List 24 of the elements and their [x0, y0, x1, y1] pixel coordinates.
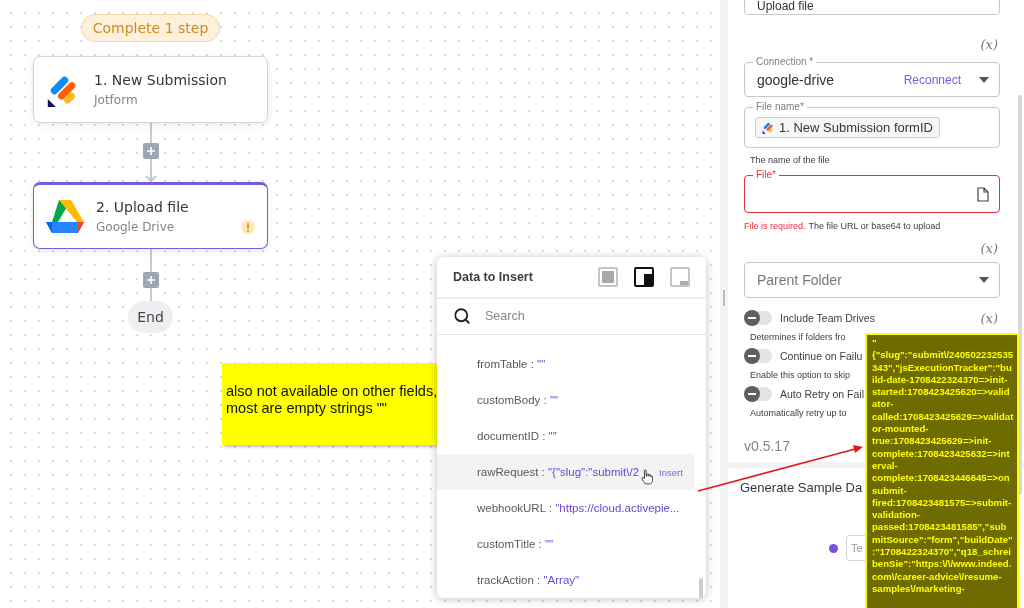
version-text: v0.5.17: [744, 438, 790, 454]
toggle-label: Auto Retry on Fail: [780, 388, 865, 400]
field-label: File*: [753, 169, 779, 181]
toggle-description: Enable this option to skip: [750, 370, 851, 380]
toggle-description: Determines if folders fro: [750, 332, 846, 342]
field-label: File name*: [753, 101, 807, 113]
toggle-label: Include Team Drives: [780, 312, 875, 324]
field-label: Connection *: [753, 56, 817, 68]
help-text: The file URL or base64 to upload: [808, 221, 941, 231]
status-badge: Complete 1 step: [80, 14, 221, 42]
section-title: Generate Sample Da: [740, 480, 863, 495]
step-title: 1. New Submission: [94, 72, 227, 88]
popup-title: Data to Insert: [453, 269, 534, 284]
end-node: End: [128, 301, 173, 333]
toggle-description: Automatically retry up to: [750, 408, 847, 418]
error-text: File is required.: [744, 221, 806, 231]
help-text: The name of the file: [750, 155, 830, 165]
toggle-label: Continue on Failu: [780, 350, 863, 362]
tooltip-text: "{"slug":"submit\/240502232535343","jsExecutionTracker":"build-date-1708422324370=>init-started:1708423425620=>validator-called:1708423425629=>validator-mounted-true:1708423425629=>init-complete:1708423425632=>interval-complete:1708423446645=>onsubmit-fired:1708423481575=>submit-validation-passed:1708423481585","submitSource":"form","buildDate":"1708422324370","q18_schreibenSie":"https:\/\/www.indeed.com\/career-advice\/resume-samples\/marketing-: [872, 337, 1014, 596]
step-app-name: Google Drive: [96, 220, 176, 234]
step-app-name: Jotform: [94, 93, 139, 107]
note-text: also not available on other fields, most are empty strings "": [226, 383, 438, 417]
select-value: google-drive: [757, 71, 836, 88]
step-title: 2. Upload file: [96, 199, 189, 215]
